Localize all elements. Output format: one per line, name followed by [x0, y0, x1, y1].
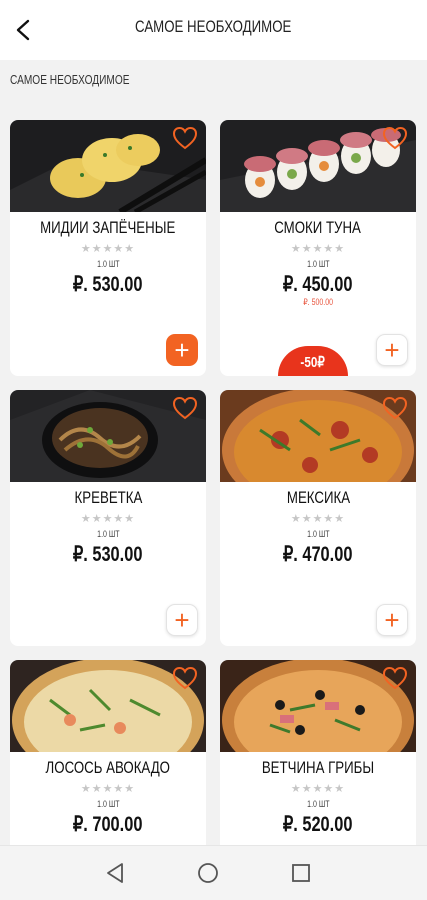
add-to-cart-button[interactable]: +: [166, 604, 198, 636]
add-to-cart-button[interactable]: +: [376, 604, 408, 636]
product-name: ВЕТЧИНА ГРИБЫ: [261, 758, 375, 777]
product-name: КРЕВЕТКА: [74, 488, 142, 507]
rating-stars: ★★★★★: [80, 243, 136, 255]
product-name: СМОКИ ТУНА: [274, 218, 362, 237]
product-name: МЕКСИКА: [286, 488, 350, 507]
triangle-back-icon[interactable]: [102, 860, 128, 886]
circle-home-icon[interactable]: [195, 860, 221, 886]
product-quantity: 1.0 ШТ: [306, 259, 330, 269]
product-name: ЛОСОСЬ АВОКАДО: [45, 758, 171, 777]
rating-stars: ★★★★★: [80, 513, 136, 525]
heart-icon[interactable]: [172, 396, 198, 420]
product-price: ₽. 530.00: [73, 543, 143, 566]
product-card[interactable]: МИДИИ ЗАПЁЧЕНЫЕ ★★★★★ 1.0 ШТ ₽. 530.00 +: [10, 120, 206, 376]
product-card[interactable]: КРЕВЕТКА ★★★★★ 1.0 ШТ ₽. 530.00 +: [10, 390, 206, 646]
product-name: МИДИИ ЗАПЁЧЕНЫЕ: [40, 218, 176, 237]
product-old-price: ₽. 500.00: [303, 297, 333, 307]
product-card[interactable]: МЕКСИКА ★★★★★ 1.0 ШТ ₽. 470.00 +: [220, 390, 416, 646]
discount-badge: -50₽: [278, 346, 348, 376]
product-quantity: 1.0 ШТ: [96, 259, 120, 269]
product-price: ₽. 450.00: [283, 273, 353, 296]
top-app-bar: САМОЕ НЕОБХОДИМОЕ: [0, 0, 427, 60]
heart-icon[interactable]: [172, 666, 198, 690]
system-navigation-bar: [0, 845, 427, 900]
page-title: САМОЕ НЕОБХОДИМОЕ: [135, 17, 292, 36]
add-to-cart-button[interactable]: +: [166, 334, 198, 366]
square-recents-icon[interactable]: [288, 860, 314, 886]
rating-stars: ★★★★★: [290, 513, 346, 525]
add-to-cart-button[interactable]: +: [376, 334, 408, 366]
product-quantity: 1.0 ШТ: [96, 799, 120, 809]
product-card[interactable]: СМОКИ ТУНА ★★★★★ 1.0 ШТ ₽. 450.00 ₽. 500…: [220, 120, 416, 376]
heart-icon[interactable]: [382, 396, 408, 420]
product-price: ₽. 700.00: [73, 813, 143, 836]
product-quantity: 1.0 ШТ: [306, 799, 330, 809]
heart-icon[interactable]: [382, 126, 408, 150]
section-title: САМОЕ НЕОБХОДИМОЕ: [10, 72, 130, 87]
heart-icon[interactable]: [382, 666, 408, 690]
rating-stars: ★★★★★: [290, 783, 346, 795]
product-quantity: 1.0 ШТ: [96, 529, 120, 539]
product-price: ₽. 520.00: [283, 813, 353, 836]
product-quantity: 1.0 ШТ: [306, 529, 330, 539]
product-price: ₽. 530.00: [73, 273, 143, 296]
rating-stars: ★★★★★: [80, 783, 136, 795]
rating-stars: ★★★★★: [290, 243, 346, 255]
heart-icon[interactable]: [172, 126, 198, 150]
product-price: ₽. 470.00: [283, 543, 353, 566]
